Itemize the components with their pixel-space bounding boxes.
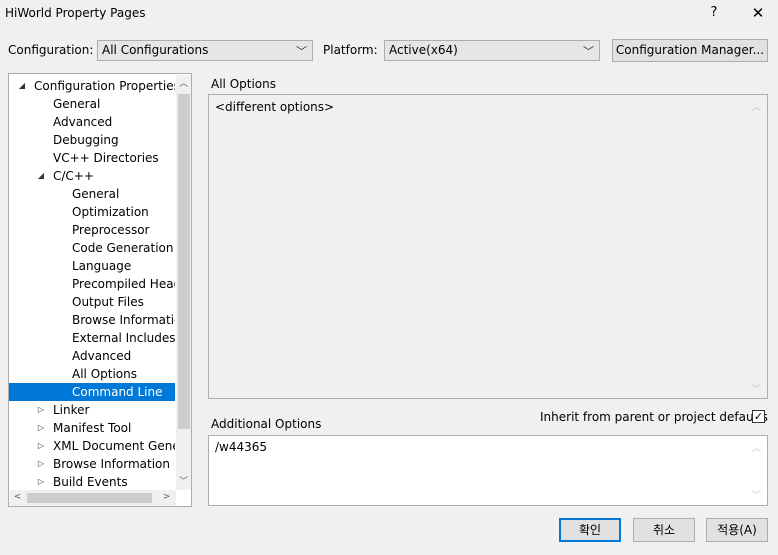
all-options-value: <different options>: [215, 100, 335, 114]
tree-item[interactable]: Debugging: [9, 131, 175, 149]
ok-button[interactable]: 확인: [559, 518, 621, 542]
tree-item-label: General: [72, 187, 120, 201]
chevron-down-icon: ﹀: [296, 45, 307, 58]
additional-options-textbox[interactable]: /w44365 ︿ ﹀: [208, 435, 768, 506]
tree-item[interactable]: Advanced: [9, 113, 175, 131]
tree-item-label: Output Files: [72, 295, 144, 309]
tree-item-label: Optimization: [72, 205, 149, 219]
scroll-down-icon: ﹀: [752, 385, 762, 395]
tree-item[interactable]: Command Line: [9, 383, 175, 401]
scroll-up-icon: ︿: [752, 103, 762, 113]
tree-item-label: Command Line: [72, 385, 163, 399]
tree-item[interactable]: Precompiled Heade: [9, 275, 175, 293]
tree-item[interactable]: General: [9, 185, 175, 203]
chevron-down-icon: ﹀: [583, 45, 594, 58]
all-options-textbox[interactable]: <different options> ︿ ﹀: [208, 94, 768, 399]
scroll-up-icon[interactable]: ︿: [176, 76, 191, 89]
help-button[interactable]: ?: [704, 2, 724, 24]
tree-item-label: Preprocessor: [72, 223, 150, 237]
additional-options-label: Additional Options: [211, 417, 322, 431]
tree-item[interactable]: All Options: [9, 365, 175, 383]
window-title: HiWorld Property Pages: [5, 6, 146, 20]
tree-item[interactable]: Output Files: [9, 293, 175, 311]
tree-item[interactable]: Language: [9, 257, 175, 275]
tree-item[interactable]: Optimization: [9, 203, 175, 221]
platform-dropdown[interactable]: Active(x64) ﹀: [384, 40, 600, 61]
additional-options-value: /w44365: [215, 440, 268, 454]
tree-item[interactable]: ◢ C/C++: [9, 167, 175, 185]
tree-item-label: Advanced: [53, 115, 113, 129]
tree-item[interactable]: ▷ Browse Information: [9, 455, 175, 473]
tree-item[interactable]: Preprocessor: [9, 221, 175, 239]
tree-item-label: Precompiled Heade: [72, 277, 175, 291]
tree-item[interactable]: Code Generation: [9, 239, 175, 257]
property-tree[interactable]: ◢ Configuration Properties General Advanced…: [8, 73, 192, 507]
tree-item-label: All Options: [72, 367, 137, 381]
tree-item[interactable]: ▷ XML Document Genera: [9, 437, 175, 455]
tree-item[interactable]: ▷ Linker: [9, 401, 175, 419]
tree-item[interactable]: General: [9, 95, 175, 113]
tree-item[interactable]: Advanced: [9, 347, 175, 365]
scroll-down-icon[interactable]: ﹀: [176, 474, 191, 487]
scroll-up-icon: ︿: [752, 444, 762, 454]
tree-item-label: Configuration Properties: [34, 79, 175, 93]
configuration-value: All Configurations: [102, 43, 209, 57]
tree-item-label: Manifest Tool: [53, 421, 132, 435]
configuration-manager-button[interactable]: Configuration Manager...: [612, 39, 768, 62]
cancel-button[interactable]: 취소: [633, 518, 695, 542]
platform-label: Platform:: [323, 43, 378, 57]
tree-item[interactable]: ▷ Manifest Tool: [9, 419, 175, 437]
tree-item[interactable]: External Includes: [9, 329, 175, 347]
tree-item-label: Language: [72, 259, 132, 273]
tree-item[interactable]: ▷ Build Events: [9, 473, 175, 491]
inherit-checkbox[interactable]: ✓: [752, 410, 765, 423]
tree-item-label: General: [53, 97, 101, 111]
tree-item-label: XML Document Genera: [53, 439, 175, 453]
all-options-label: All Options: [211, 77, 276, 91]
inherit-label: Inherit from parent or project defaults: [540, 410, 768, 424]
expanded-arrow-icon[interactable]: ◢: [36, 167, 46, 185]
platform-value: Active(x64): [389, 43, 458, 57]
tree-item-label: External Includes: [72, 331, 175, 345]
tree-vertical-thumb[interactable]: [178, 94, 190, 429]
scroll-left-icon[interactable]: <: [10, 492, 25, 502]
scroll-right-icon[interactable]: >: [159, 492, 174, 502]
configuration-dropdown[interactable]: All Configurations ﹀: [97, 40, 313, 61]
scroll-down-icon: ﹀: [752, 491, 762, 501]
tree-item-label: Browse Information: [53, 457, 170, 471]
tree-item-label: Build Events: [53, 475, 128, 489]
close-button[interactable]: ✕: [744, 2, 772, 24]
tree-item-label: Debugging: [53, 133, 119, 147]
tree-item-label: Code Generation: [72, 241, 174, 255]
tree-item[interactable]: ◢ Configuration Properties: [9, 77, 175, 95]
configuration-label: Configuration:: [8, 43, 94, 57]
tree-item[interactable]: VC++ Directories: [9, 149, 175, 167]
collapsed-arrow-icon[interactable]: ▷: [36, 455, 46, 473]
tree-item-label: Browse Information: [72, 313, 175, 327]
tree-item-label: Linker: [53, 403, 90, 417]
tree-item-label: C/C++: [53, 169, 94, 183]
collapsed-arrow-icon[interactable]: ▷: [36, 437, 46, 455]
tree-item-label: Advanced: [72, 349, 132, 363]
tree-item-label: VC++ Directories: [53, 151, 159, 165]
apply-button[interactable]: 적용(A): [706, 518, 768, 542]
tree-item[interactable]: Browse Information: [9, 311, 175, 329]
tree-horizontal-thumb[interactable]: [27, 493, 152, 503]
expanded-arrow-icon[interactable]: ◢: [17, 77, 27, 95]
collapsed-arrow-icon[interactable]: ▷: [36, 473, 46, 491]
collapsed-arrow-icon[interactable]: ▷: [36, 419, 46, 437]
collapsed-arrow-icon[interactable]: ▷: [36, 401, 46, 419]
